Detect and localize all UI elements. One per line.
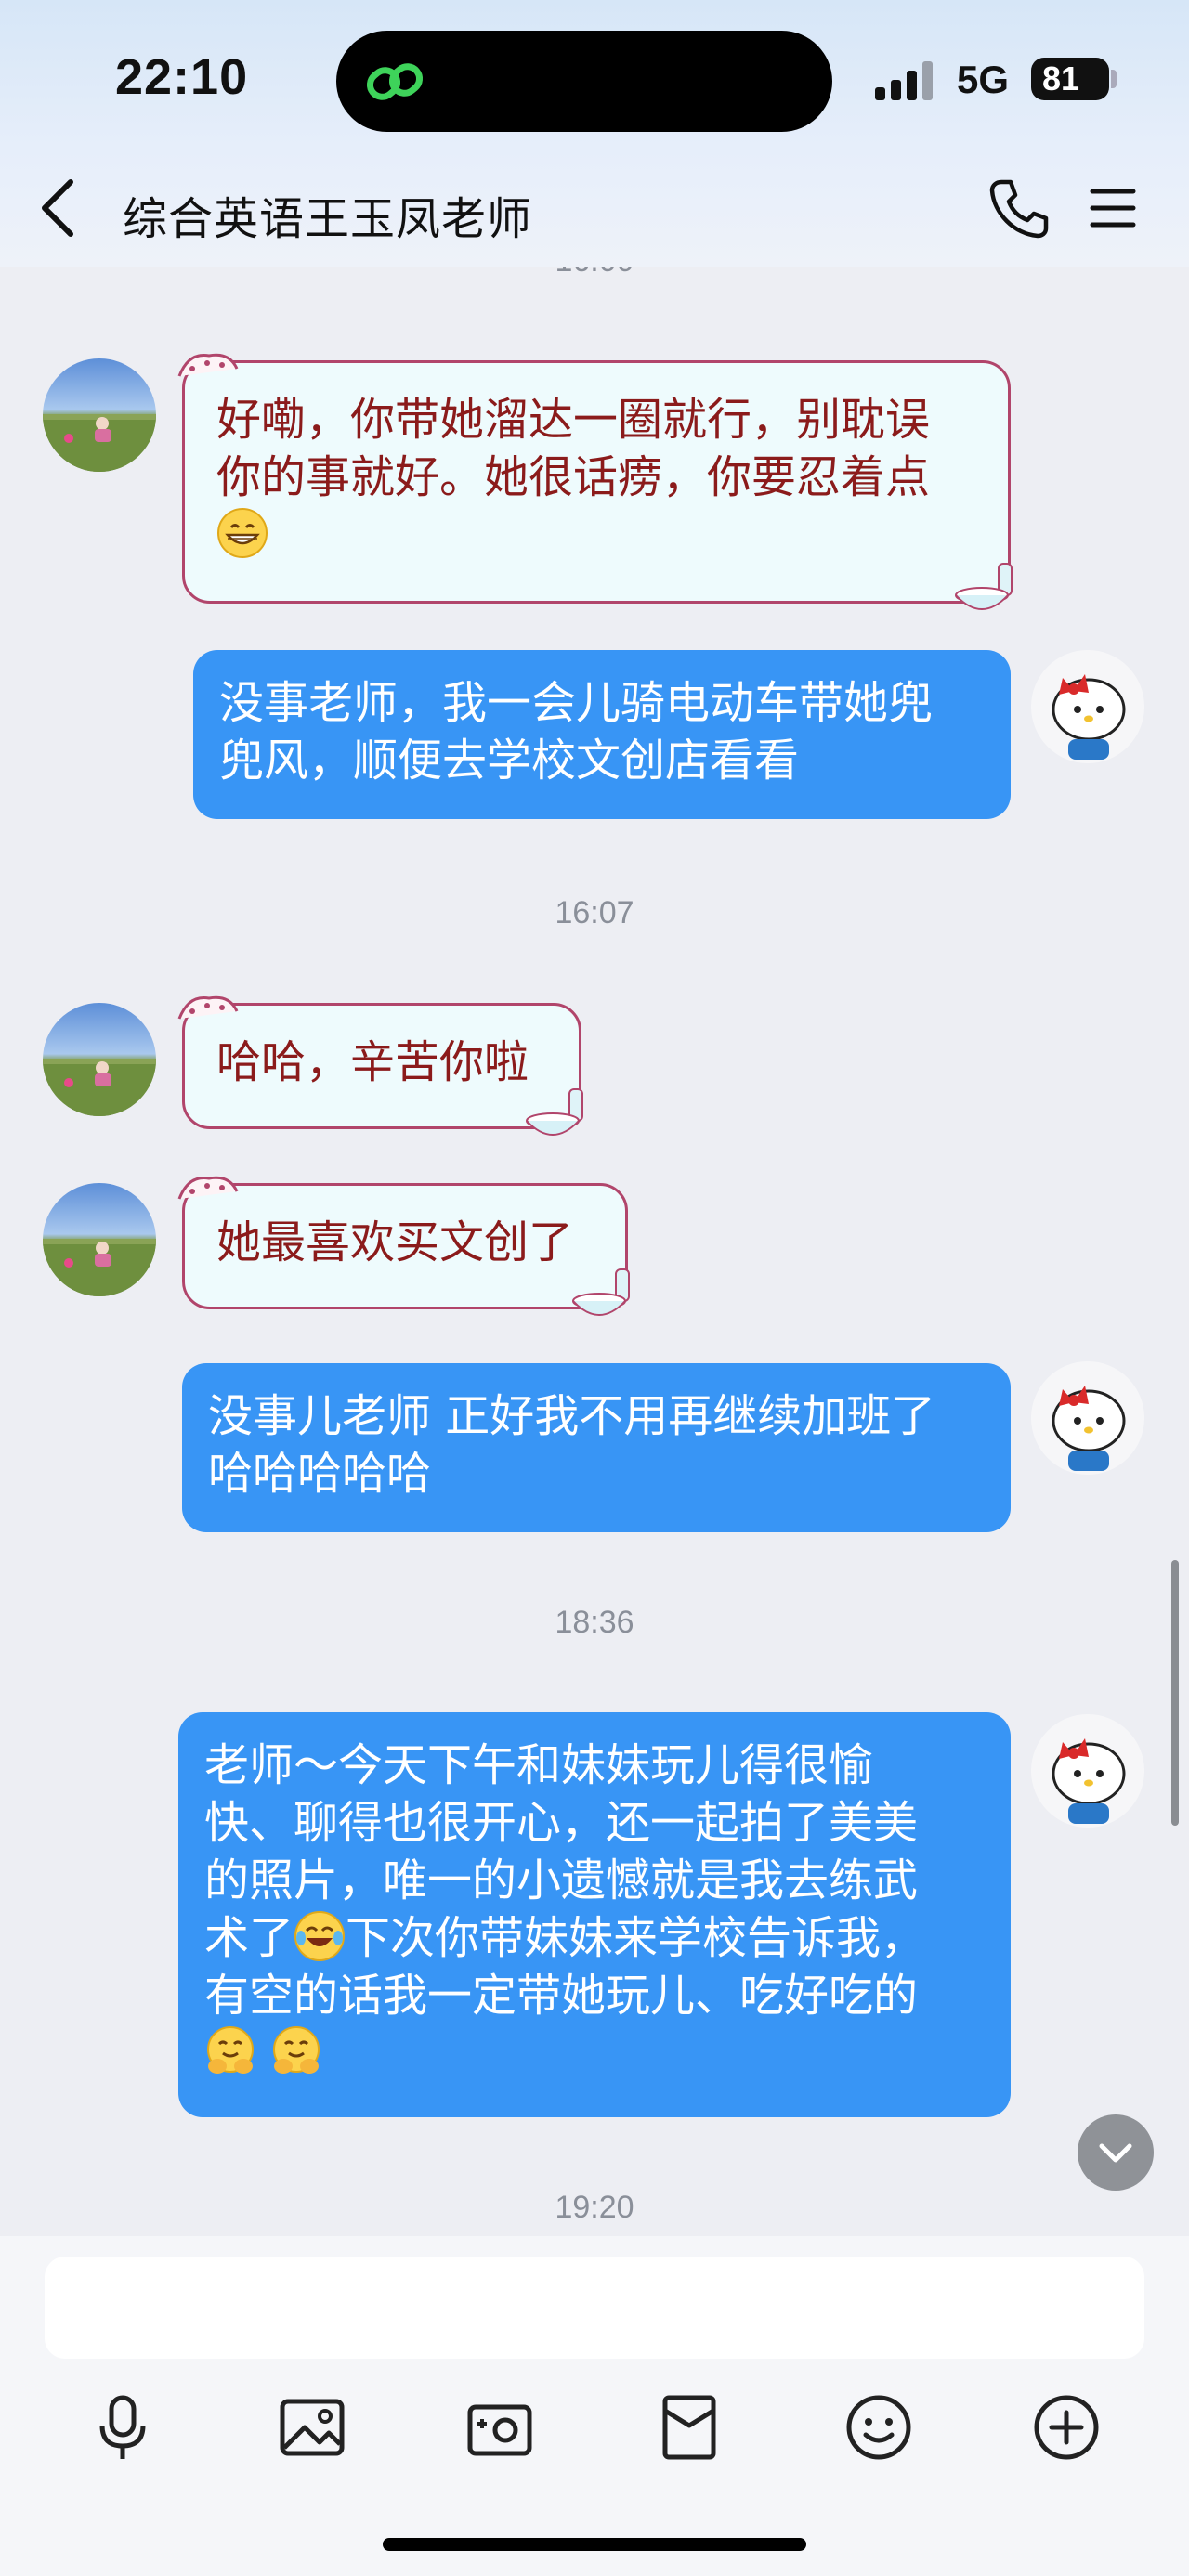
teacher-avatar[interactable] [43, 1183, 156, 1296]
message-line: 兜风，顺便去学校文创店看看 [219, 735, 800, 787]
battery-tip [1111, 70, 1117, 88]
message-line: 没事老师，我一会儿骑电动车带她兜 [219, 677, 934, 729]
message-bubble-sent[interactable]: 没事老师，我一会儿骑电动车带她兜 兜风，顺便去学校文创店看看 [193, 650, 1011, 819]
message-line: 哈哈，辛苦你啦 [216, 1036, 529, 1088]
message-line: 哈哈哈哈哈 [208, 1448, 432, 1500]
message-bubble-sent[interactable]: 没事儿老师 正好我不用再继续加班了 哈哈哈哈哈 [182, 1363, 1011, 1532]
status-time: 22:10 [115, 49, 249, 105]
message-text: 下次你带妹妹来学校告诉我， [346, 1912, 926, 1964]
message-line: 快、聊得也很开心，还一起拍了美美 [204, 1797, 919, 1849]
hugging-emoji-icon [207, 2026, 254, 2074]
message-line: 她最喜欢买文创了 [216, 1216, 574, 1268]
bath-bowl-sticker-icon [572, 1268, 630, 1316]
chain-link-icon [366, 63, 424, 100]
battery-indicator: 81 [1031, 58, 1109, 100]
message-text: 术了 [204, 1912, 294, 1964]
kitty-avatar-icon [1052, 1386, 1126, 1471]
network-type: 5G [957, 58, 1010, 101]
lace-frill-icon [177, 353, 239, 377]
bath-bowl-sticker-icon [955, 563, 1013, 610]
grinning-emoji-icon [217, 508, 268, 558]
message-line: 没事儿老师 正好我不用再继续加班了 [208, 1390, 936, 1442]
home-indicator[interactable] [383, 2538, 806, 2551]
phone-icon[interactable] [986, 176, 1052, 241]
chevron-down-icon [1099, 2143, 1132, 2163]
scroll-to-bottom-button[interactable] [1078, 2114, 1154, 2191]
chat-title: 综合英语王玉凤老师 [123, 193, 533, 245]
composer [0, 2236, 1189, 2576]
message-bubble-received[interactable]: 哈哈，辛苦你啦 [177, 995, 583, 1136]
back-button[interactable] [33, 173, 85, 243]
bath-bowl-sticker-icon [526, 1088, 583, 1136]
timestamp: 16:00 [0, 267, 1189, 280]
kitty-avatar-icon [1052, 674, 1126, 760]
signal-icon [875, 61, 933, 100]
emoji-icon[interactable] [840, 2388, 918, 2466]
kitty-avatar-icon [1052, 1738, 1126, 1824]
photo-icon[interactable] [273, 2388, 351, 2466]
message-input[interactable] [45, 2257, 1144, 2359]
teacher-avatar[interactable] [43, 358, 156, 472]
camera-icon[interactable] [461, 2388, 539, 2466]
message-bubble-received[interactable]: 好嘞，你带她溜达一圈就行，别耽误 你的事就好。她很话痨，你要忍着点 [177, 353, 1013, 610]
message-list[interactable]: 16:00 好嘞，你带她溜达一圈就行，别耽误 你的事就好。她很话痨，你要忍着点 [0, 267, 1189, 2236]
hamburger-menu-icon[interactable] [1085, 180, 1141, 236]
plus-circle-icon[interactable] [1027, 2388, 1105, 2466]
dynamic-island[interactable] [336, 31, 832, 132]
message-bubble-received[interactable]: 她最喜欢买文创了 [177, 1176, 630, 1316]
lace-frill-icon [177, 995, 239, 1020]
message-line: 你的事就好。她很话痨，你要忍着点 [216, 451, 931, 503]
meadow-photo-icon [43, 414, 156, 472]
top-bar: 22:10 5G 81 综合英语王玉凤老师 [0, 0, 1189, 267]
scrollbar[interactable] [1171, 1560, 1179, 1826]
message-bubble-sent[interactable]: 老师～今天下午和妹妹玩儿得很愉 快、聊得也很开心，还一起拍了美美 的照片，唯一的… [178, 1712, 1011, 2117]
red-packet-icon[interactable] [650, 2388, 728, 2466]
meadow-photo-icon [43, 1059, 156, 1116]
microphone-icon[interactable] [84, 2388, 162, 2466]
my-avatar[interactable] [1031, 650, 1144, 763]
message-line: 有空的话我一定带她玩儿、吃好吃的 [204, 1970, 919, 2022]
lace-frill-icon [177, 1176, 239, 1200]
timestamp: 16:07 [555, 895, 634, 930]
message-line: 老师～今天下午和妹妹玩儿得很愉 [204, 1739, 874, 1791]
teacher-avatar[interactable] [43, 1003, 156, 1116]
meadow-photo-icon [43, 1239, 156, 1296]
timestamp: 19:20 [555, 2190, 634, 2225]
hugging-emoji-icon [273, 2026, 320, 2074]
my-avatar[interactable] [1031, 1714, 1144, 1828]
timestamp: 18:36 [555, 1605, 634, 1640]
message-line: 的照片，唯一的小遗憾就是我去练武 [204, 1854, 919, 1906]
my-avatar[interactable] [1031, 1361, 1144, 1475]
laughing-tears-emoji-icon [294, 1911, 346, 1961]
message-line: 好嘞，你带她溜达一圈就行，别耽误 [216, 394, 931, 446]
